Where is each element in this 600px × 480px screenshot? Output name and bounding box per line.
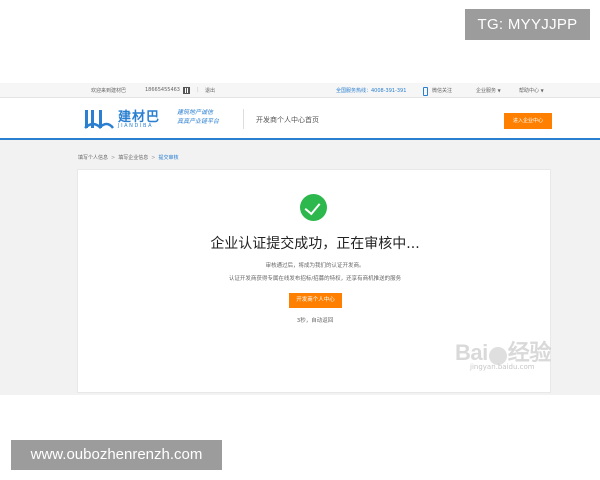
enter-enterprise-center-button[interactable]: 进入企业中心 <box>504 113 552 129</box>
redirect-countdown: 3秒，自动返回 <box>296 318 334 324</box>
phone-icon <box>423 87 428 96</box>
qr-code-icon[interactable] <box>183 87 190 94</box>
logout-link[interactable]: 退出 <box>205 87 215 94</box>
separator: | <box>197 87 199 93</box>
site-header: 建材巴 JIANDIBA 建筑地产诚信 真真产业链平台 开发商个人中心首页 进入… <box>0 98 600 140</box>
status-description: 认证开发商获得专属在线发布招标/招募的特权，还享有商机推送的服务 <box>228 276 402 282</box>
breadcrumb-item-current: 提交审核 <box>158 155 179 161</box>
baidu-watermark-text: Bai <box>455 340 488 365</box>
wechat-link[interactable]: 微信关注 <box>432 87 452 94</box>
baidu-watermark-cn: 经验 <box>507 340 552 365</box>
breadcrumb: 填写个人信息 > 填写企业信息 > 提交审核 <box>78 154 178 161</box>
slogan: 建筑地产诚信 真真产业链平台 <box>177 108 219 126</box>
user-phone: 18665455463 <box>145 87 180 93</box>
logo-pinyin: JIANDIBA <box>118 123 154 129</box>
help-menu-label: 帮助中心 <box>519 88 540 94</box>
enterprise-menu[interactable]: 企业服务 ▼ <box>476 87 501 94</box>
welcome-text: 欢迎来到建材巴 <box>91 88 127 94</box>
slogan-line: 建筑地产诚信 <box>177 109 214 116</box>
page: TG: MYYJJPP 欢迎来到建材巴 18665455463 | 退出 全国服… <box>0 0 600 480</box>
chevron-down-icon: ▼ <box>497 88 501 93</box>
tg-label-overlay: TG: MYYJJPP <box>465 9 590 40</box>
hotline-text: 全国服务热线：4008-391-391 <box>336 88 407 94</box>
breadcrumb-separator: > <box>111 155 116 161</box>
help-menu[interactable]: 帮助中心 ▼ <box>519 87 544 94</box>
breadcrumb-item[interactable]: 填写企业信息 <box>118 155 148 161</box>
breadcrumb-separator: > <box>151 155 156 161</box>
breadcrumb-item[interactable]: 填写个人信息 <box>78 155 108 161</box>
chevron-down-icon: ▼ <box>540 88 544 93</box>
url-label-overlay: www.oubozhenrenzh.com <box>11 440 222 470</box>
developer-center-button[interactable]: 开发商个人中心 <box>289 293 342 308</box>
status-description: 审核通过后，将成为我们的认证开发商。 <box>265 263 365 269</box>
enterprise-menu-label: 企业服务 <box>476 88 497 94</box>
page-title: 开发商个人中心首页 <box>256 116 319 124</box>
top-utility-bar: 欢迎来到建材巴 18665455463 | 退出 全国服务热线：4008-391… <box>0 83 600 98</box>
paw-icon <box>488 346 507 365</box>
success-check-icon <box>300 194 327 221</box>
status-title: 企业认证提交成功，正在审核中... <box>210 236 420 252</box>
header-divider <box>243 109 244 129</box>
logo-icon[interactable] <box>83 107 115 131</box>
baidu-watermark-sub: jingyan.baidu.com <box>470 363 535 371</box>
slogan-line: 真真产业链平台 <box>177 118 220 125</box>
